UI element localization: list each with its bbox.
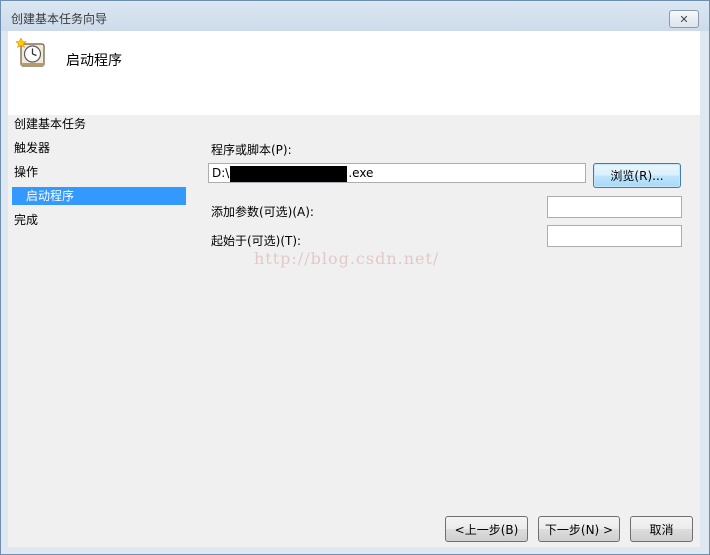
task-scheduler-clock-icon <box>15 37 48 70</box>
program-path-prefix: D:\ <box>212 166 230 180</box>
close-icon: ✕ <box>679 12 689 26</box>
program-script-input[interactable]: D:\ .exe <box>208 163 586 183</box>
page-title: 启动程序 <box>66 53 122 69</box>
start-in-input[interactable] <box>547 225 682 247</box>
program-script-label: 程序或脚本(P): <box>211 143 292 157</box>
program-path-suffix: .exe <box>348 166 374 180</box>
wizard-client-area: 启动程序 创建基本任务 触发器 操作 启动程序 完成 程序或脚本(P): D:\… <box>8 31 700 547</box>
nav-step-trigger[interactable]: 触发器 <box>14 139 50 157</box>
nav-step-action[interactable]: 操作 <box>14 163 38 181</box>
window-title: 创建基本任务向导 <box>11 12 108 26</box>
watermark-text: http://blog.csdn.net/ <box>254 249 440 268</box>
next-button[interactable]: 下一步(N) > <box>538 516 620 542</box>
title-bar[interactable]: 创建基本任务向导 ✕ <box>1 1 709 31</box>
add-arguments-label: 添加参数(可选)(A): <box>211 205 314 219</box>
wizard-header: 启动程序 <box>8 31 700 115</box>
nav-step-create-basic-task[interactable]: 创建基本任务 <box>14 115 86 133</box>
browse-button[interactable]: 浏览(R)... <box>593 163 681 188</box>
redacted-block <box>230 165 348 182</box>
nav-step-finish[interactable]: 完成 <box>14 211 38 229</box>
start-in-label: 起始于(可选)(T): <box>211 234 302 248</box>
back-button[interactable]: <上一步(B) <box>445 516 528 542</box>
add-arguments-input[interactable] <box>547 196 682 218</box>
wizard-window: 创建基本任务向导 ✕ 启动程序 创建基本任务 触发器 操作 启动程序 完成 程序… <box>0 0 710 555</box>
wizard-step-list: 创建基本任务 触发器 操作 启动程序 完成 <box>8 115 198 547</box>
nav-step-start-program[interactable]: 启动程序 <box>12 187 186 205</box>
cancel-button[interactable]: 取消 <box>630 516 693 542</box>
close-button[interactable]: ✕ <box>669 10 699 28</box>
